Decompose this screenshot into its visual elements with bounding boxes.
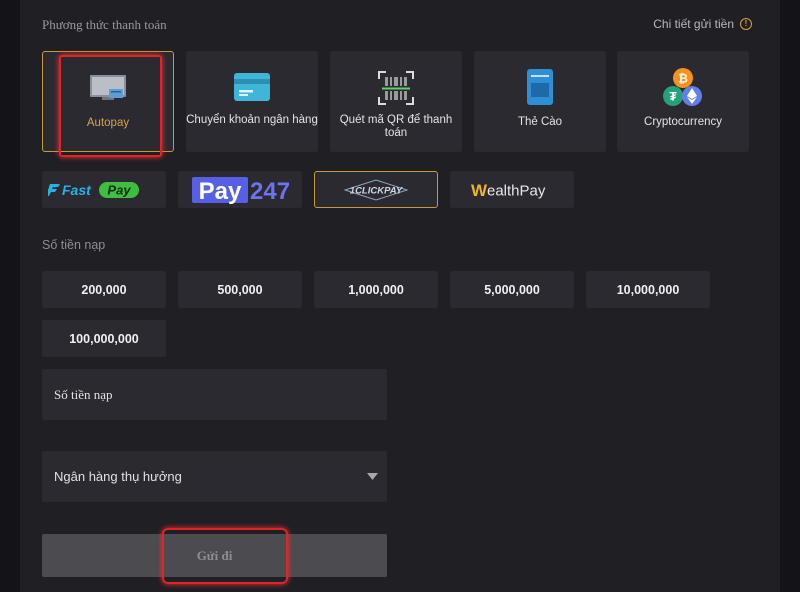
1clickpay-text: 1CLICKPAY <box>350 185 404 196</box>
monitor-icon <box>90 75 126 100</box>
method-crypto[interactable]: ₿ ₮ Cryptocurrency <box>617 51 749 152</box>
submit-label: Gửi đi <box>196 548 233 563</box>
amount-option[interactable]: 500,000 <box>178 271 302 308</box>
qr-scan-icon <box>378 71 414 105</box>
amount-input[interactable]: Số tiền nạp <box>42 369 387 420</box>
method-label: Cryptocurrency <box>644 116 722 128</box>
submit-button[interactable]: Gửi đi <box>42 534 387 577</box>
provider-pay247[interactable]: Pay 247 <box>178 171 302 208</box>
method-label: Quét mã QR để thanh toán <box>339 114 453 139</box>
amount-option[interactable]: 100,000,000 <box>42 320 166 357</box>
method-label: Thẻ Cào <box>517 116 563 128</box>
crypto-coins-icon: ₿ ₮ <box>663 68 702 106</box>
amount-option[interactable]: 10,000,000 <box>586 271 710 308</box>
pay247-prefix: Pay <box>199 178 242 205</box>
amount-option[interactable]: 5,000,000 <box>450 271 574 308</box>
pay247-suffix: 247 <box>250 178 290 205</box>
1clickpay-logo: 1CLICKPAY <box>343 178 409 201</box>
card-icon <box>234 73 270 101</box>
method-label: Chuyển khoản ngân hàng <box>186 114 318 126</box>
pay247-logo: Pay 247 <box>192 176 290 205</box>
provider-fastpay[interactable]: Fast Pay <box>42 171 166 208</box>
svg-text:₿: ₿ <box>678 72 688 86</box>
chevron-down-icon <box>367 473 378 480</box>
payment-method-title: Phương thức thanh toán <box>42 17 167 32</box>
method-label: Autopay <box>86 117 130 129</box>
deposit-details-label: Chi tiết gửi tiền <box>653 17 734 31</box>
fastpay-logo: Fast Pay <box>48 181 139 198</box>
wealthpay-prefix: W <box>471 181 488 200</box>
wealthpay-suffix: ealthPay <box>487 182 546 199</box>
bank-select[interactable]: Ngân hàng thụ hưởng <box>42 451 387 502</box>
fastpay-suffix: Pay <box>107 182 131 197</box>
wealthpay-logo: W ealthPay <box>471 181 546 200</box>
method-autopay[interactable]: Autopay <box>42 51 174 152</box>
amount-option[interactable]: 200,000 <box>42 271 166 308</box>
amount-input-placeholder: Số tiền nạp <box>54 387 113 402</box>
bank-select-value: Ngân hàng thụ hưởng <box>54 469 182 484</box>
deposit-details-link[interactable]: Chi tiết gửi tiền ! <box>653 17 752 31</box>
amount-option[interactable]: 1,000,000 <box>314 271 438 308</box>
method-bank-transfer[interactable]: Chuyển khoản ngân hàng <box>186 51 318 152</box>
provider-wealthpay[interactable]: W ealthPay <box>450 171 574 208</box>
provider-1clickpay[interactable]: 1CLICKPAY <box>314 171 438 208</box>
method-scratch-card[interactable]: Thẻ Cào <box>474 51 606 152</box>
info-icon: ! <box>740 18 752 30</box>
svg-text:₮: ₮ <box>669 90 677 104</box>
fastpay-prefix: Fast <box>62 182 92 198</box>
method-qr[interactable]: Quét mã QR để thanh toán <box>330 51 462 152</box>
scratch-card-icon <box>527 69 553 105</box>
amount-section-label: Số tiền nạp <box>42 238 106 252</box>
